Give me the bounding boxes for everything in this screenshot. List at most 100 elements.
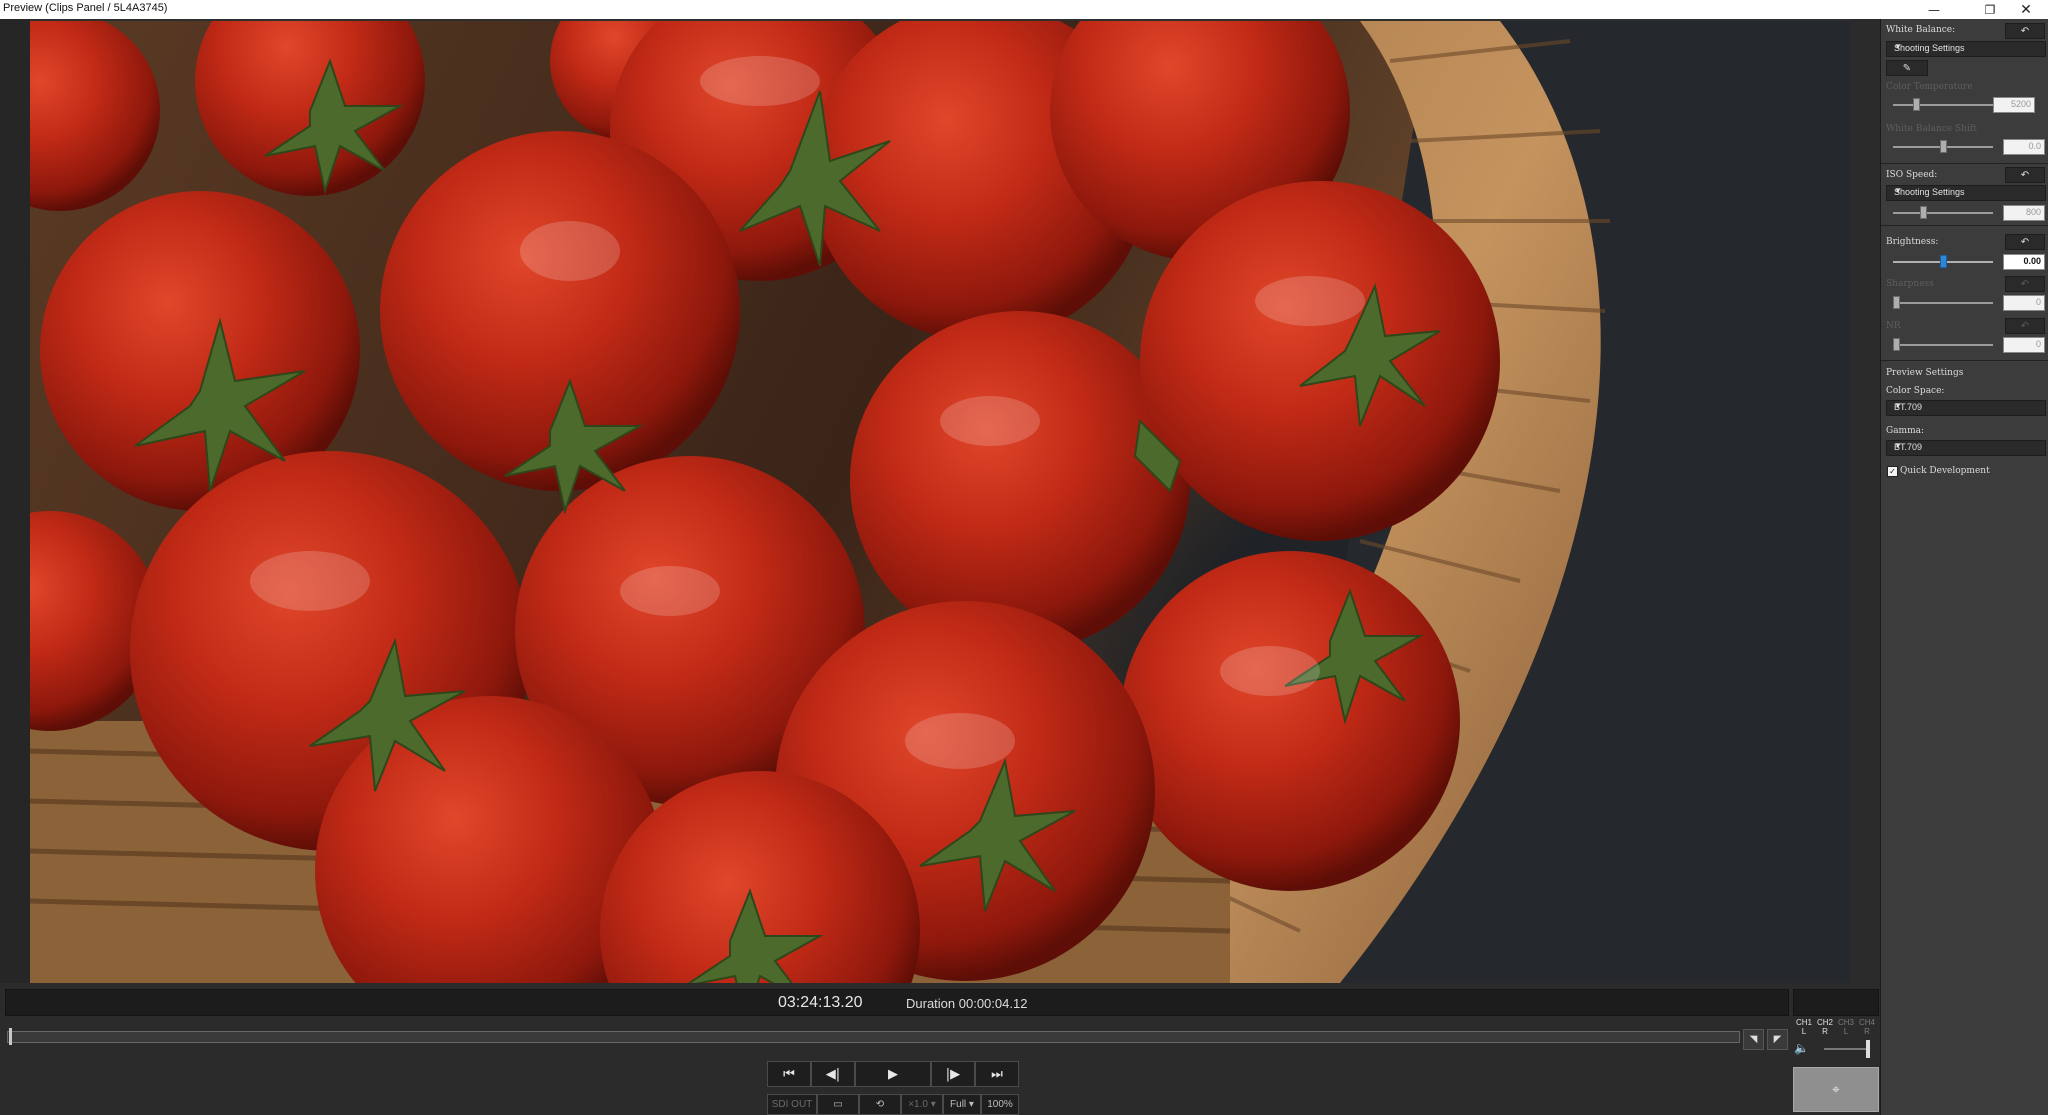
nr-field[interactable]: 0 — [2003, 337, 2045, 353]
channel-side: R — [1822, 1027, 1828, 1036]
volume-knob[interactable] — [1866, 1040, 1870, 1058]
viewer-options-row: SDI OUT ▭ ⟲ ×1.0 ▾ Full ▾ 100% — [767, 1094, 1019, 1115]
frame-toggle-button[interactable]: ▭ — [817, 1094, 859, 1115]
checkmark-icon: ✓ — [1889, 467, 1896, 476]
navigator-thumbnail[interactable]: ⌖ — [1793, 1067, 1879, 1112]
play-button[interactable]: ▶ — [855, 1061, 931, 1087]
loop-icon: ⟲ — [875, 1099, 885, 1110]
channel-3-toggle[interactable]: CH3 L — [1836, 1018, 1856, 1036]
sharpness-knob[interactable] — [1893, 296, 1900, 309]
color-space-select[interactable]: BT.709 ▼ — [1886, 400, 2046, 416]
loop-button[interactable]: ⟲ — [859, 1094, 901, 1115]
channel-side: R — [1864, 1027, 1870, 1036]
quality-select[interactable]: Full ▾ — [943, 1094, 981, 1115]
iso-speed-knob[interactable] — [1920, 206, 1927, 219]
go-to-end-button[interactable]: ⏭ — [975, 1061, 1019, 1087]
white-balance-label: White Balance: — [1886, 25, 1956, 35]
gamma-label: Gamma: — [1886, 426, 1925, 436]
viewer-left-margin — [0, 19, 30, 983]
color-space-label: Color Space: — [1886, 386, 1945, 396]
sharpness-value: 0 — [2035, 297, 2041, 307]
white-balance-select[interactable]: Shooting Settings ▼ — [1886, 41, 2046, 57]
viewer-right-margin — [1850, 19, 1880, 983]
nr-reset-button[interactable]: ↶ — [2005, 318, 2045, 334]
channel-4-toggle[interactable]: CH4 R — [1857, 1018, 1877, 1036]
mark-out-button[interactable]: ◤ — [1767, 1029, 1788, 1050]
color-temperature-label: Color Temperature — [1886, 82, 1973, 92]
chevron-down-icon: ▼ — [1894, 186, 1902, 195]
clip-duration: Duration 00:00:04.12 — [906, 996, 1028, 1011]
transport-controls: ⏮ ◀| ▶ |▶ ⏭ — [767, 1061, 1019, 1087]
undo-icon: ↶ — [2020, 236, 2030, 248]
adjustment-panel: White Balance: ↶ Shooting Settings ▼ ✎ Co… — [1880, 19, 2048, 1115]
iso-speed-slider[interactable] — [1893, 212, 1993, 214]
divider — [1881, 225, 2048, 226]
white-balance-shift-field[interactable]: 0.0 — [2003, 139, 2045, 155]
speed-select[interactable]: ×1.0 ▾ — [901, 1094, 943, 1115]
timecode-bar: 03:24:13.20 Duration 00:00:04.12 — [5, 989, 1789, 1016]
speaker-icon[interactable]: 🔈 — [1794, 1041, 1809, 1055]
channel-side: L — [1801, 1027, 1807, 1036]
channel-name: CH3 — [1837, 1018, 1854, 1027]
eyedropper-button[interactable]: ✎ — [1886, 60, 1928, 76]
white-balance-shift-knob[interactable] — [1940, 140, 1947, 153]
white-balance-shift-label: White Balance Shift — [1886, 124, 1977, 134]
undo-icon: ↶ — [2020, 278, 2030, 290]
crosshair-icon: ⌖ — [1832, 1081, 1840, 1098]
playhead[interactable] — [9, 1028, 12, 1045]
zoom-level[interactable]: 100% — [981, 1094, 1019, 1115]
brightness-reset-button[interactable]: ↶ — [2005, 234, 2045, 250]
channel-2-toggle[interactable]: CH2 R — [1815, 1018, 1835, 1036]
sharpness-reset-button[interactable]: ↶ — [2005, 276, 2045, 292]
color-temperature-knob[interactable] — [1913, 98, 1920, 111]
color-temperature-field[interactable]: 5200 — [1993, 97, 2035, 113]
white-balance-reset-button[interactable]: ↶ — [2005, 23, 2045, 39]
divider — [1881, 163, 2048, 164]
channel-side: L — [1843, 1027, 1849, 1036]
color-temperature-value: 5200 — [2010, 99, 2031, 109]
preview-image[interactable] — [30, 21, 1850, 983]
tomato-basket-image — [30, 21, 1850, 983]
channel-1-toggle[interactable]: CH1 L — [1794, 1018, 1814, 1036]
brightness-field[interactable]: 0.00 — [2003, 254, 2045, 270]
iso-speed-field[interactable]: 800 — [2003, 205, 2045, 221]
gamma-select[interactable]: BT.709 ▼ — [1886, 440, 2046, 456]
undo-icon: ↶ — [2020, 169, 2030, 181]
undo-icon: ↶ — [2020, 25, 2030, 37]
chevron-down-icon: ▼ — [1894, 401, 1902, 410]
sharpness-label: Sharpness — [1886, 279, 1934, 289]
preview-settings-heading: Preview Settings — [1886, 368, 1964, 378]
nr-label: NR — [1886, 321, 1901, 331]
mark-in-button[interactable]: ◥ — [1743, 1029, 1764, 1050]
color-temperature-slider[interactable] — [1893, 104, 1993, 106]
minimize-button[interactable]: — — [1916, 0, 1952, 19]
window-title: Preview (Clips Panel / 5L4A3745) — [3, 2, 168, 14]
previous-frame-button[interactable]: ◀| — [811, 1061, 855, 1087]
sharpness-slider[interactable] — [1893, 302, 1993, 304]
divider — [1881, 360, 2048, 361]
current-timecode: 03:24:13.20 — [778, 994, 863, 1011]
quick-development-checkbox[interactable]: ✓ — [1887, 466, 1898, 477]
go-to-start-button[interactable]: ⏮ — [767, 1061, 811, 1087]
next-frame-button[interactable]: |▶ — [931, 1061, 975, 1087]
brightness-label: Brightness: — [1886, 237, 1939, 247]
title-bar: Preview (Clips Panel / 5L4A3745) — ❐ ✕ — [0, 0, 2048, 20]
iso-speed-box-value: 800 — [2025, 207, 2041, 217]
close-button[interactable]: ✕ — [2008, 0, 2044, 19]
iso-speed-select[interactable]: Shooting Settings ▼ — [1886, 185, 2046, 201]
volume-slider[interactable] — [1824, 1048, 1870, 1050]
sharpness-field[interactable]: 0 — [2003, 295, 2045, 311]
quick-development-label: Quick Development — [1900, 466, 1990, 476]
nr-knob[interactable] — [1893, 338, 1900, 351]
scrub-bar[interactable] — [7, 1031, 1740, 1043]
nr-slider[interactable] — [1893, 344, 1993, 346]
white-balance-shift-value: 0.0 — [2028, 141, 2041, 151]
brightness-knob[interactable] — [1940, 255, 1947, 268]
brightness-value: 0.00 — [2023, 256, 2041, 266]
sdi-out-button[interactable]: SDI OUT — [767, 1094, 817, 1115]
restore-button[interactable]: ❐ — [1972, 0, 2008, 19]
iso-speed-reset-button[interactable]: ↶ — [2005, 167, 2045, 183]
channel-name: CH4 — [1858, 1018, 1875, 1027]
chevron-down-icon: ▼ — [1894, 42, 1902, 51]
timecode-side-box — [1793, 989, 1879, 1016]
